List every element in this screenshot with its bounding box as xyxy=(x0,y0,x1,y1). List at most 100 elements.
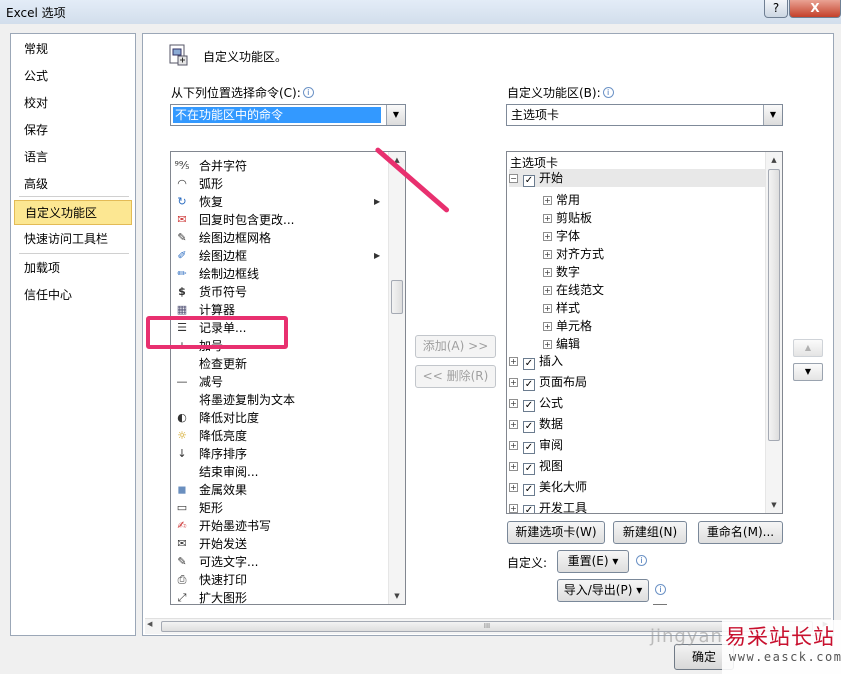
list-item[interactable]: ✎ 可选文字... xyxy=(171,553,386,571)
tree-node-insert[interactable]: + ✓ 插入 xyxy=(509,352,563,370)
expand-icon[interactable]: + xyxy=(509,399,518,408)
info-icon[interactable]: i xyxy=(636,555,647,566)
tree-node-review[interactable]: + ✓ 审阅 xyxy=(509,436,563,454)
nav-item-trust-center[interactable]: 信任中心 xyxy=(14,283,132,308)
tree-node-data[interactable]: + ✓ 数据 xyxy=(509,415,563,433)
checkbox[interactable]: ✓ xyxy=(523,400,535,412)
expand-icon[interactable]: + xyxy=(509,441,518,450)
tree-group[interactable]: + 对齐方式 xyxy=(543,245,604,263)
collapse-icon[interactable]: − xyxy=(509,174,518,183)
nav-item-language[interactable]: 语言 xyxy=(14,145,132,170)
expand-icon[interactable]: + xyxy=(509,357,518,366)
expand-icon[interactable]: + xyxy=(509,462,518,471)
help-button[interactable]: ? xyxy=(764,0,788,18)
expand-icon[interactable]: + xyxy=(543,340,552,349)
list-item[interactable]: ⤢ 扩大图形 xyxy=(171,589,386,604)
tree-group[interactable]: + 字体 xyxy=(543,227,580,245)
expand-icon[interactable]: + xyxy=(543,214,552,223)
expand-icon[interactable]: + xyxy=(509,483,518,492)
target-combo[interactable]: 主选项卡 ▼ xyxy=(506,104,783,126)
move-down-button[interactable]: ▼ xyxy=(793,363,823,381)
list-item[interactable]: ✉ 开始发送 xyxy=(171,535,386,553)
list-item[interactable]: ✏ 绘制边框线 xyxy=(171,265,386,283)
list-item[interactable]: ◼ 金属效果 xyxy=(171,481,386,499)
scroll-thumb[interactable] xyxy=(391,280,403,314)
nav-item-customize-ribbon[interactable]: 自定义功能区 xyxy=(14,200,132,225)
scroll-down-icon[interactable]: ▼ xyxy=(389,588,405,604)
checkbox[interactable]: ✓ xyxy=(523,421,535,433)
info-icon[interactable]: i xyxy=(655,584,666,595)
expand-icon[interactable]: + xyxy=(543,196,552,205)
info-icon[interactable]: i xyxy=(602,87,614,98)
list-item[interactable]: ↻ 恢复 ▶ xyxy=(171,193,386,211)
nav-item-save[interactable]: 保存 xyxy=(14,118,132,143)
command-list-scrollbar[interactable]: ▲ ▼ xyxy=(388,152,405,604)
list-item[interactable]: $ 货币符号 xyxy=(171,283,386,301)
checkbox[interactable]: ✓ xyxy=(523,379,535,391)
list-item[interactable]: ✎ 绘图边框网格 xyxy=(171,229,386,247)
scroll-thumb[interactable] xyxy=(768,169,780,441)
list-item[interactable]: ⁹⁹⁄₅ 合并字符 xyxy=(171,157,386,175)
info-icon[interactable]: i xyxy=(302,87,314,98)
nav-item-quick-access-toolbar[interactable]: 快速访问工具栏 xyxy=(14,227,132,252)
scroll-left-icon[interactable]: ◀ xyxy=(147,620,152,628)
command-list[interactable]: ⁹⁹⁄₅ 合并字符 ◠ 弧形 ↻ 恢复 ▶ ✉ 回复时包含更改... ✎ 绘图边框网格 ✐ 绘… xyxy=(170,151,406,605)
scroll-down-icon[interactable]: ▼ xyxy=(766,497,782,513)
tree-group[interactable]: + 编辑 xyxy=(543,335,580,353)
checkbox[interactable]: ✓ xyxy=(523,484,535,496)
add-button[interactable]: 添加(A) >> xyxy=(415,335,496,358)
tree-node-formulas[interactable]: + ✓ 公式 xyxy=(509,394,563,412)
list-item[interactable]: ☼ 降低亮度 xyxy=(171,427,386,445)
nav-item-advanced[interactable]: 高级 xyxy=(14,172,132,197)
ribbon-tree-scrollbar[interactable]: ▲ ▼ xyxy=(765,152,782,513)
tree-node-developer[interactable]: + ✓ 开发工具 xyxy=(509,499,587,513)
list-item[interactable]: ◠ 弧形 xyxy=(171,175,386,193)
close-button[interactable]: X xyxy=(789,0,841,18)
tree-group[interactable]: + 常用 xyxy=(543,191,580,209)
dropdown-arrow-icon[interactable]: ▼ xyxy=(386,105,405,125)
list-item[interactable]: ✉ 回复时包含更改... xyxy=(171,211,386,229)
expand-icon[interactable]: + xyxy=(543,304,552,313)
expand-icon[interactable]: + xyxy=(509,504,518,513)
checkbox[interactable]: ✓ xyxy=(523,505,535,513)
expand-icon[interactable]: + xyxy=(543,268,552,277)
new-tab-button[interactable]: 新建选项卡(W) xyxy=(507,521,605,544)
list-item[interactable]: ⎙ 快速打印 xyxy=(171,571,386,589)
move-up-button[interactable]: ▲ xyxy=(793,339,823,357)
tree-node-view[interactable]: + ✓ 视图 xyxy=(509,457,563,475)
nav-item-addins[interactable]: 加载项 xyxy=(14,256,132,281)
ribbon-tree[interactable]: 主选项卡 − ✓ 开始 + 常用 + 剪贴板 + 字体 + 对齐方式 + 数字 + 在线范文 +… xyxy=(506,151,783,514)
tree-node-home[interactable]: − ✓ 开始 xyxy=(509,169,765,187)
new-group-button[interactable]: 新建组(N) xyxy=(613,521,687,544)
tree-group[interactable]: + 样式 xyxy=(543,299,580,317)
expand-icon[interactable]: + xyxy=(543,232,552,241)
expand-icon[interactable]: + xyxy=(509,378,518,387)
expand-icon[interactable]: + xyxy=(543,322,552,331)
import-export-button[interactable]: 导入/导出(P) ▾ xyxy=(557,579,649,602)
list-item[interactable]: ✍ 开始墨迹书写 xyxy=(171,517,386,535)
rename-button[interactable]: 重命名(M)... xyxy=(698,521,783,544)
list-item[interactable]: ◐ 降低对比度 xyxy=(171,409,386,427)
list-item[interactable]: ✐ 绘图边框 ▶ xyxy=(171,247,386,265)
checkbox[interactable]: ✓ xyxy=(523,175,535,187)
reset-button[interactable]: 重置(E) ▾ xyxy=(557,550,629,573)
dropdown-arrow-icon[interactable]: ▼ xyxy=(763,105,782,125)
list-item[interactable]: ↓ 降序排序 xyxy=(171,445,386,463)
list-item[interactable]: 结束审阅... xyxy=(171,463,386,481)
list-item[interactable]: ▭ 矩形 xyxy=(171,499,386,517)
nav-item-general[interactable]: 常规 xyxy=(14,37,132,62)
list-item[interactable]: — 减号 xyxy=(171,373,386,391)
tree-group[interactable]: + 单元格 xyxy=(543,317,592,335)
remove-button[interactable]: << 删除(R) xyxy=(415,365,496,388)
expand-icon[interactable]: + xyxy=(543,250,552,259)
list-item[interactable]: 将墨迹复制为文本 xyxy=(171,391,386,409)
nav-item-formulas[interactable]: 公式 xyxy=(14,64,132,89)
tree-node-beautify[interactable]: + ✓ 美化大师 xyxy=(509,478,587,496)
expand-icon[interactable]: + xyxy=(543,286,552,295)
list-item[interactable]: 检查更新 xyxy=(171,355,386,373)
checkbox[interactable]: ✓ xyxy=(523,463,535,475)
tree-group[interactable]: + 在线范文 xyxy=(543,281,604,299)
tree-node-page-layout[interactable]: + ✓ 页面布局 xyxy=(509,373,587,391)
nav-item-proofing[interactable]: 校对 xyxy=(14,91,132,116)
tree-group[interactable]: + 数字 xyxy=(543,263,580,281)
